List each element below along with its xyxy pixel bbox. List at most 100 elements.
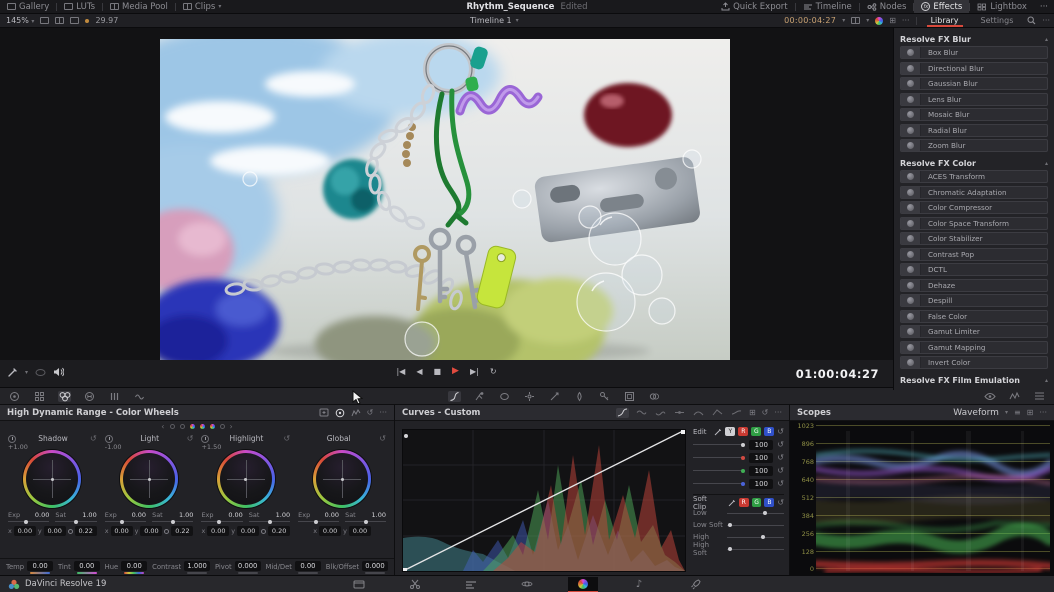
fx-item-color-stabilizer[interactable]: Color Stabilizer [900,232,1048,245]
red-gain-slider[interactable] [693,457,745,458]
more-options-icon[interactable]: ··· [774,408,782,417]
hue-vs-hue-icon[interactable] [635,408,648,418]
scope-mode-select[interactable]: Waveform [953,408,999,418]
split-viewer-icon[interactable] [55,17,64,24]
rgb-mixer-palette-icon[interactable] [108,391,121,402]
blur-palette-icon[interactable] [573,391,586,402]
exposure-dial-icon[interactable] [8,435,16,443]
loop-button[interactable]: ↻ [490,367,497,376]
highlight-mode-icon[interactable] [983,391,996,402]
exp-slider[interactable] [8,521,49,522]
hue-vs-sat-icon[interactable] [654,408,667,418]
reset-icon[interactable]: ↺ [367,408,374,417]
reset-icon[interactable]: ↺ [777,427,784,436]
y-value[interactable]: 0.00 [44,526,66,536]
fx-section-blur[interactable]: Resolve FX Blur ▴ [900,33,1048,46]
media-pool-button[interactable]: Media Pool [103,0,175,13]
exposure-dial-icon[interactable] [105,435,113,443]
red-gain-value[interactable]: 100 [749,453,773,463]
param-temp[interactable]: Temp0.00 [6,561,53,574]
qualifier-palette-icon[interactable] [473,391,486,402]
more-options-icon[interactable]: ··· [1042,16,1050,25]
x-value[interactable]: 0.00 [111,526,133,536]
luma-gain-slider[interactable] [693,444,745,445]
edit-spline-icon[interactable] [728,499,736,507]
reset-icon[interactable]: ↺ [283,434,290,443]
reset-icon[interactable]: ↺ [90,434,97,443]
curve-graph[interactable] [402,429,686,572]
fx-item-chromatic-adaptation[interactable]: Chromatic Adaptation [900,186,1048,199]
channel-g-button[interactable]: G [751,427,761,436]
param-pivot[interactable]: Pivot0.000 [215,561,261,574]
color-page-button[interactable] [568,577,598,592]
page-dot[interactable] [220,424,225,429]
sat-slider[interactable] [249,521,290,522]
soft-clip-g-button[interactable]: G [752,498,762,507]
fx-section-film-emulation[interactable]: Resolve FX Film Emulation ▴ [900,374,1048,387]
single-viewer-icon[interactable] [40,17,49,24]
fx-item-dctl[interactable]: DCTL [900,263,1048,276]
more-options-icon[interactable]: ··· [379,408,387,417]
page-dot[interactable] [170,424,175,429]
grade-preview-icon[interactable] [875,17,883,25]
expand-viewer-icon[interactable]: ⊞ [889,16,896,25]
magic-mask-palette-icon[interactable] [548,391,561,402]
timeline-selector[interactable]: Timeline 1 [470,16,512,25]
exp-slider[interactable] [201,521,242,522]
fx-item-color-compressor[interactable]: Color Compressor [900,201,1048,214]
camera-select-icon[interactable] [851,17,860,24]
param-hue[interactable]: Hue0.00 [105,561,148,574]
skip-end-button[interactable]: ▶| [470,367,479,376]
hdr-graph-icon[interactable] [351,408,361,417]
quick-export-button[interactable]: Quick Export [714,0,795,13]
channel-b-button[interactable]: B [764,427,774,436]
param-mid-det[interactable]: Mid/Det0.00 [266,561,321,574]
chevron-down-icon[interactable]: ▾ [842,17,845,24]
light-color-wheel[interactable] [120,450,178,508]
lum-value[interactable]: 0.20 [268,526,290,536]
fusion-page-button[interactable] [512,577,542,592]
reset-icon[interactable]: ↺ [777,466,784,475]
page-dot-active[interactable] [210,424,215,429]
add-zone-icon[interactable] [319,408,329,417]
soft-clip-b-button[interactable]: B [764,498,774,507]
lightbox-button[interactable]: Lightbox [970,0,1034,13]
fx-item-lens-blur[interactable]: Lens Blur [900,93,1048,106]
key-palette-icon[interactable] [598,391,611,402]
green-gain-value[interactable]: 100 [749,466,773,476]
edit-page-button[interactable] [456,577,486,592]
reset-icon[interactable]: ↺ [762,408,769,417]
more-options-icon[interactable]: ··· [902,16,910,25]
fx-item-aces-transform[interactable]: ACES Transform [900,170,1048,183]
collapse-icon[interactable]: ▴ [1045,36,1048,43]
fx-item-directional-blur[interactable]: Directional Blur [900,62,1048,75]
stereo-palette-icon[interactable] [648,391,661,402]
fx-item-despill[interactable]: Despill [900,294,1048,307]
exposure-dial-icon[interactable] [201,435,209,443]
exp-slider[interactable] [298,521,339,522]
fairlight-page-button[interactable]: ♪ [624,577,654,592]
param-tint[interactable]: Tint0.00 [58,561,100,574]
sat-vs-lum-icon[interactable] [730,408,743,418]
sat-slider[interactable] [152,521,193,522]
lightbox-grid-icon[interactable] [1033,391,1046,402]
fx-item-dehaze[interactable]: Dehaze [900,279,1048,292]
reset-icon[interactable]: ↺ [777,453,784,462]
x-value[interactable]: 0.00 [207,526,229,536]
scope-settings-icon[interactable]: ≡ [1014,408,1021,417]
exp-slider[interactable] [105,521,146,522]
timeline-button[interactable]: Timeline [796,0,859,13]
fx-item-invert-color[interactable]: Invert Color [900,356,1048,369]
y-value[interactable]: 0.00 [140,526,162,536]
fx-item-false-color[interactable]: False Color [900,310,1048,323]
page-dot-active[interactable] [190,424,195,429]
color-match-palette-icon[interactable] [33,391,46,402]
param-blk-offset[interactable]: Blk/Offset0.000 [326,561,388,574]
highlight-color-wheel[interactable] [217,450,275,508]
reset-icon[interactable]: ↺ [777,498,784,507]
stop-button[interactable]: ■ [433,367,441,376]
fx-item-box-blur[interactable]: Box Blur [900,46,1048,59]
clips-button[interactable]: Clips ▾ [176,0,229,13]
high-slider[interactable] [727,537,784,538]
fx-item-gamut-limiter[interactable]: Gamut Limiter [900,325,1048,338]
